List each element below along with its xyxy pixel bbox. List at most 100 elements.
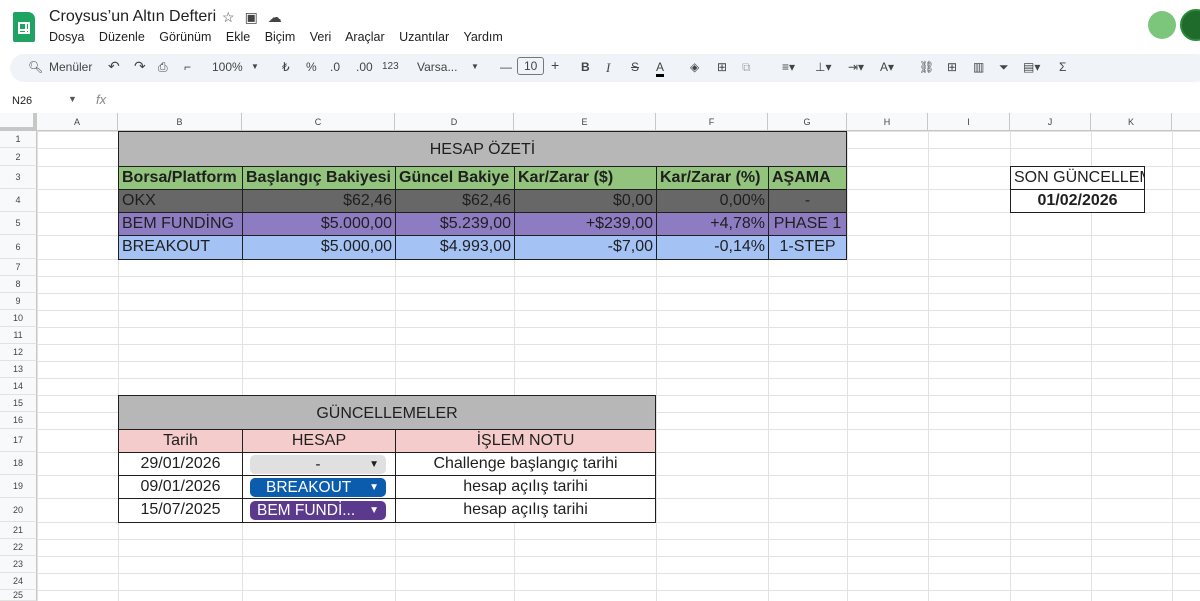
row-header-3[interactable]: 3	[0, 166, 37, 189]
chevron-down-icon[interactable]: ▼	[471, 62, 479, 71]
currency-format[interactable]: ₺	[282, 60, 290, 74]
row-header-25[interactable]: 25	[0, 590, 37, 601]
summary-header-stage[interactable]: AŞAMA	[768, 166, 847, 190]
summary-cell[interactable]: PHASE 1	[768, 212, 847, 236]
row-header-4[interactable]: 4	[0, 189, 37, 212]
summary-cell[interactable]: -0,14%	[656, 235, 769, 260]
menu-duzenle[interactable]: Düzenle	[99, 30, 145, 44]
updates-date-cell[interactable]: 15/07/2025	[118, 498, 243, 523]
account-dropdown-chip[interactable]: BREAKOUT ▼	[250, 478, 386, 497]
borders-icon[interactable]: ⊞	[717, 60, 727, 74]
user-avatar[interactable]	[1180, 9, 1200, 41]
text-color-icon[interactable]: A	[656, 60, 665, 77]
menu-uzantilar[interactable]: Uzantılar	[399, 30, 449, 44]
summary-cell[interactable]: $5.000,00	[242, 212, 396, 236]
row-header-13[interactable]: 13	[0, 361, 37, 378]
updates-note-cell[interactable]: Challenge başlangıç tarihi	[395, 452, 656, 476]
menu-araclar[interactable]: Araçlar	[345, 30, 385, 44]
name-box[interactable]: N26	[12, 95, 32, 107]
align-vertical-icon[interactable]: ⊥▾	[815, 60, 831, 74]
column-header-g[interactable]: G	[768, 113, 847, 131]
chevron-down-icon[interactable]: ▼	[369, 501, 379, 520]
fill-color-icon[interactable]: ◈	[690, 60, 699, 74]
updates-note-cell[interactable]: hesap açılış tarihi	[395, 498, 656, 523]
summary-cell[interactable]: $4.993,00	[395, 235, 515, 260]
column-header-d[interactable]: D	[395, 113, 514, 131]
menu-bicim[interactable]: Biçim	[265, 30, 296, 44]
summary-cell[interactable]: BEM FUNDİNG	[118, 212, 243, 236]
summary-header-start-balance[interactable]: Başlangıç Bakiyesi	[242, 166, 396, 190]
number-format[interactable]: 123	[382, 61, 399, 72]
sheets-logo-icon[interactable]	[13, 12, 35, 42]
row-header-19[interactable]: 19	[0, 475, 37, 498]
row-header-16[interactable]: 16	[0, 412, 37, 429]
italic-icon[interactable]: I	[606, 60, 610, 76]
row-header-1[interactable]: 1	[0, 131, 37, 148]
comment-icon[interactable]: ⊞	[947, 60, 957, 74]
undo-icon[interactable]: ↶	[108, 58, 120, 75]
summary-cell[interactable]: $5.000,00	[242, 235, 396, 260]
increase-font-icon[interactable]: +	[551, 57, 559, 73]
redo-icon[interactable]: ↷	[134, 58, 146, 75]
bold-icon[interactable]: B	[581, 60, 590, 74]
cloud-icon[interactable]: ☁	[268, 9, 292, 25]
summary-cell[interactable]: $62,46	[395, 189, 515, 213]
zoom-select[interactable]: 100%	[212, 60, 243, 74]
row-header-23[interactable]: 23	[0, 556, 37, 573]
row-header-5[interactable]: 5	[0, 212, 37, 235]
move-folder-icon[interactable]: ▣	[245, 9, 268, 25]
summary-cell[interactable]: 0,00%	[656, 189, 769, 213]
font-size-input[interactable]: 10	[517, 57, 545, 75]
star-icon[interactable]: ☆	[222, 9, 245, 25]
print-icon[interactable]: ⎙	[158, 60, 168, 75]
column-header-i[interactable]: I	[928, 113, 1010, 131]
updates-header-note[interactable]: İŞLEM NOTU	[395, 429, 656, 453]
menu-gorunum[interactable]: Görünüm	[159, 30, 211, 44]
summary-cell[interactable]: 1-STEP	[768, 235, 847, 260]
summary-header-current-balance[interactable]: Güncel Bakiye	[395, 166, 515, 190]
summary-title[interactable]: HESAP ÖZETİ	[118, 131, 847, 166]
column-header-j[interactable]: J	[1010, 113, 1091, 131]
chevron-down-icon[interactable]: ▼	[251, 62, 259, 71]
row-header-14[interactable]: 14	[0, 378, 37, 395]
row-header-10[interactable]: 10	[0, 310, 37, 327]
column-header-l[interactable]	[1172, 113, 1200, 131]
link-icon[interactable]: ⛓	[919, 60, 934, 74]
row-header-15[interactable]: 15	[0, 395, 37, 412]
chevron-down-icon[interactable]: ▼	[68, 94, 77, 104]
row-header-11[interactable]: 11	[0, 327, 37, 344]
updates-date-cell[interactable]: 09/01/2026	[118, 475, 243, 499]
column-header-e[interactable]: E	[514, 113, 656, 131]
last-update-label[interactable]: SON GÜNCELLEME	[1010, 166, 1145, 190]
strikethrough-icon[interactable]: S	[631, 60, 639, 74]
percent-format[interactable]: %	[306, 60, 317, 74]
updates-header-account[interactable]: HESAP	[242, 429, 396, 453]
updates-note-cell[interactable]: hesap açılış tarihi	[395, 475, 656, 499]
table-view-icon[interactable]: ▤▾	[1023, 60, 1040, 74]
summary-header-pnl-pct[interactable]: Kar/Zarar (%)	[656, 166, 769, 190]
row-header-2[interactable]: 2	[0, 148, 37, 166]
document-title[interactable]: Croysus’un Altın Defteri	[49, 8, 216, 26]
text-wrap-icon[interactable]: ⇥▾	[848, 60, 864, 74]
column-header-h[interactable]: H	[847, 113, 928, 131]
row-header-6[interactable]: 6	[0, 235, 37, 259]
row-header-12[interactable]: 12	[0, 344, 37, 361]
row-header-21[interactable]: 21	[0, 522, 37, 539]
column-header-f[interactable]: F	[656, 113, 768, 131]
text-rotation-icon[interactable]: A▾	[880, 60, 894, 74]
summary-header-platform[interactable]: Borsa/Platform	[118, 166, 243, 190]
summary-cell[interactable]: BREAKOUT	[118, 235, 243, 260]
merge-cells-icon[interactable]: ⧉	[742, 60, 751, 75]
row-header-18[interactable]: 18	[0, 452, 37, 475]
align-horizontal-icon[interactable]: ≡▾	[782, 60, 795, 74]
column-header-b[interactable]: B	[118, 113, 242, 131]
row-header-7[interactable]: 7	[0, 259, 37, 276]
decrease-font-icon[interactable]: —	[500, 60, 512, 74]
menu-veri[interactable]: Veri	[310, 30, 332, 44]
account-dropdown-chip[interactable]: - ▼	[250, 455, 386, 474]
gemini-avatar-icon[interactable]	[1148, 11, 1176, 39]
column-header-k[interactable]: K	[1091, 113, 1172, 131]
menu-dosya[interactable]: Dosya	[49, 30, 84, 44]
menu-search-label[interactable]: Menüler	[49, 60, 92, 74]
row-header-17[interactable]: 17	[0, 429, 37, 452]
